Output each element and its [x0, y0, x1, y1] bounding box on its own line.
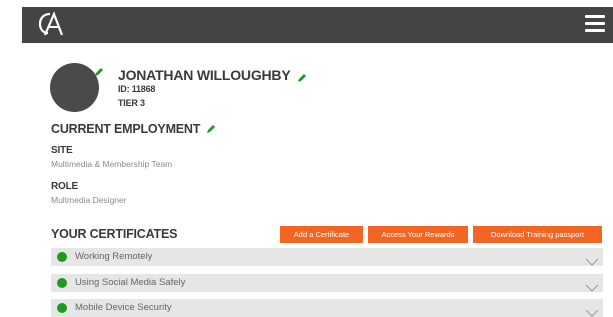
current-employment-heading: CURRENT EMPLOYMENT: [51, 122, 216, 136]
site-value: Multimedia & Membership Team: [51, 159, 173, 169]
edit-name-pencil-icon[interactable]: [297, 70, 307, 82]
status-dot-icon: [57, 252, 67, 262]
profile-name: JONATHAN WILLOUGHBY: [118, 67, 291, 83]
current-employment-title: CURRENT EMPLOYMENT: [51, 122, 201, 136]
certificate-item[interactable]: Using Social Media Safely: [51, 274, 603, 292]
download-training-passport-button[interactable]: Download Training passport: [473, 226, 602, 243]
chevron-down-icon[interactable]: [585, 279, 599, 292]
status-dot-icon: [57, 278, 67, 288]
hamburger-menu-icon[interactable]: [585, 15, 605, 33]
access-rewards-button[interactable]: Access Your Rewards: [368, 226, 468, 243]
header-bar: [22, 7, 613, 43]
status-dot-icon: [57, 303, 67, 313]
chevron-down-icon[interactable]: [585, 304, 599, 317]
certificate-item[interactable]: Working Remotely: [51, 248, 603, 266]
top-bar: [0, 0, 613, 43]
role-value: Multmedia Designer: [51, 195, 127, 205]
role-label: ROLE: [51, 181, 78, 192]
certificate-label: Working Remotely: [75, 251, 153, 262]
your-certificates-heading: YOUR CERTIFICATES: [51, 227, 178, 241]
avatar[interactable]: [50, 63, 99, 112]
add-certificate-button[interactable]: Add a Certificate: [280, 226, 363, 243]
avatar-edit-pencil-icon[interactable]: [94, 64, 104, 76]
profile-tier: TIER 3: [118, 98, 145, 108]
edit-employment-pencil-icon[interactable]: [206, 123, 216, 134]
profile-id: ID: 11868: [118, 84, 156, 94]
certificate-label: Using Social Media Safely: [75, 277, 186, 288]
site-label: SITE: [51, 145, 73, 156]
brand-logo-icon[interactable]: [37, 11, 67, 37]
certificate-label: Mobile Device Security: [75, 302, 172, 313]
certificate-item[interactable]: Mobile Device Security: [51, 299, 603, 317]
profile-name-row: JONATHAN WILLOUGHBY: [118, 67, 307, 83]
chevron-down-icon[interactable]: [585, 253, 599, 266]
